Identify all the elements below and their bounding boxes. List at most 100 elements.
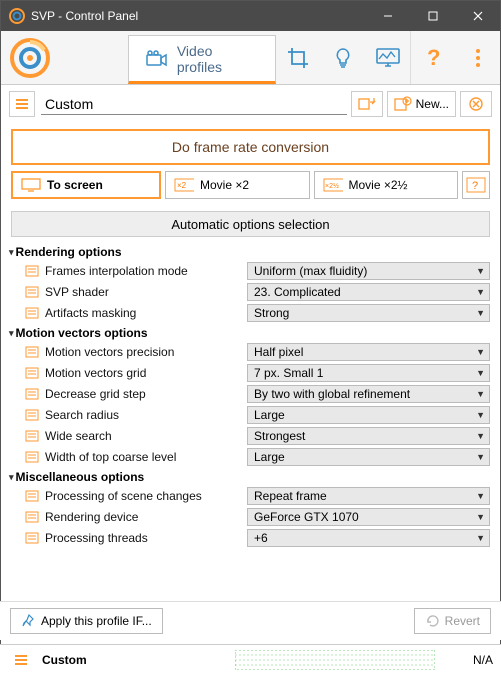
opt-label: Search radius [45,408,119,422]
opt-masking-select[interactable]: Strong▼ [247,304,490,322]
opt-label: Artifacts masking [45,306,136,320]
opt-mv-precision-select[interactable]: Half pixel▼ [247,343,490,361]
status-bar: Custom N/A [0,644,501,674]
group-motion-vectors[interactable]: ▾Motion vectors options [7,324,490,342]
opt-label: Motion vectors grid [45,366,146,380]
mode-row: To screen ×2 Movie ×2 ×2½ Movie ×2½ ? [1,171,500,207]
window-title: SVP - Control Panel [31,9,365,23]
option-icon [25,265,39,277]
opt-render-device-select[interactable]: GeForce GTX 1070▼ [247,508,490,526]
mode-movie-x2[interactable]: ×2 Movie ×2 [165,171,310,199]
revert-label: Revert [445,614,480,628]
mode-movie-x2half[interactable]: ×2½ Movie ×2½ [314,171,459,199]
mode-label: Movie ×2 [200,178,249,192]
auto-header-label: Automatic options selection [171,217,329,232]
crop-icon[interactable] [276,31,321,84]
app-icon [9,8,25,24]
chevron-down-icon: ▼ [476,287,485,297]
svg-text:×2: ×2 [177,181,187,190]
status-menu-button[interactable] [8,647,34,673]
opt-scene-changes-select[interactable]: Repeat frame▼ [247,487,490,505]
mode-label: To screen [47,178,103,192]
group-misc[interactable]: ▾Miscellaneous options [7,468,490,486]
bulb-icon[interactable] [320,31,365,84]
chevron-down-icon: ▼ [476,266,485,276]
status-value: N/A [453,653,493,667]
opt-label: Processing threads [45,531,148,545]
maximize-button[interactable] [410,1,455,31]
opt-label: Wide search [45,429,112,443]
profile-link-button[interactable] [351,91,383,117]
svg-text:?: ? [472,180,478,192]
svg-text:?: ? [427,45,440,70]
new-label: New... [416,97,449,111]
opt-label: Width of top coarse level [45,450,176,464]
apply-profile-if-button[interactable]: Apply this profile IF... [10,608,163,634]
x2-icon: ×2 [174,177,194,193]
chevron-down-icon: ▼ [476,533,485,543]
opt-wide-search-select[interactable]: Strongest▼ [247,427,490,445]
svg-text:×2½: ×2½ [325,182,339,190]
option-icon [25,346,39,358]
bottom-buttons: Apply this profile IF... Revert [0,601,501,640]
chevron-down-icon: ▼ [476,410,485,420]
opt-search-radius-select[interactable]: Large▼ [247,406,490,424]
chevron-down-icon: ▼ [476,347,485,357]
revert-button[interactable]: Revert [414,608,491,634]
option-icon [25,286,39,298]
chevron-down-icon: ▼ [476,491,485,501]
logo [1,31,60,84]
auto-options-header[interactable]: Automatic options selection [11,211,490,237]
chevron-down-icon: ▼ [476,431,485,441]
monitor-icon[interactable] [365,31,410,84]
opt-label: Frames interpolation mode [45,264,188,278]
more-icon[interactable] [455,31,500,84]
main-toolbar: Video profiles ? [1,31,500,85]
option-icon [25,409,39,421]
options-panel: ▾Rendering options Frames interpolation … [1,243,500,548]
profile-name-field[interactable]: Custom [41,94,347,115]
minimize-button[interactable] [365,1,410,31]
revert-icon [425,614,439,628]
chevron-down-icon: ▼ [476,452,485,462]
group-rendering[interactable]: ▾Rendering options [7,243,490,261]
tab-label: Video profiles [177,43,259,75]
opt-coarse-width-select[interactable]: Large▼ [247,448,490,466]
pin-icon [21,614,35,628]
mode-help-button[interactable]: ? [462,171,490,199]
close-button[interactable] [455,1,500,31]
option-icon [25,451,39,463]
help-icon[interactable]: ? [410,31,455,84]
apply-label: Apply this profile IF... [41,614,152,628]
profile-row: Custom New... [1,85,500,121]
chevron-down-icon: ▼ [476,308,485,318]
opt-interpolation-select[interactable]: Uniform (max fluidity)▼ [247,262,490,280]
titlebar: SVP - Control Panel [1,1,500,31]
opt-label: Motion vectors precision [45,345,174,359]
profile-menu-button[interactable] [9,91,35,117]
opt-shader-select[interactable]: 23. Complicated▼ [247,283,490,301]
opt-grid-step-select[interactable]: By two with global refinement▼ [247,385,490,403]
option-icon [25,388,39,400]
mode-label: Movie ×2½ [349,178,408,192]
opt-threads-select[interactable]: +6▼ [247,529,490,547]
x2half-icon: ×2½ [323,177,343,193]
do-conversion-button[interactable]: Do frame rate conversion [11,129,490,165]
opt-label: SVP shader [45,285,109,299]
screen-icon [21,177,41,193]
new-profile-button[interactable]: New... [387,91,456,117]
main-action-label: Do frame rate conversion [172,139,329,155]
option-icon [25,532,39,544]
option-icon [25,430,39,442]
opt-label: Rendering device [45,510,138,524]
option-icon [25,307,39,319]
chevron-down-icon: ▼ [476,512,485,522]
tab-video-profiles[interactable]: Video profiles [128,35,276,84]
chevron-down-icon: ▼ [476,389,485,399]
status-graph [235,650,445,670]
option-icon [25,490,39,502]
mode-to-screen[interactable]: To screen [11,171,161,199]
profile-delete-button[interactable] [460,91,492,117]
chevron-down-icon: ▼ [476,368,485,378]
opt-mv-grid-select[interactable]: 7 px. Small 1▼ [247,364,490,382]
